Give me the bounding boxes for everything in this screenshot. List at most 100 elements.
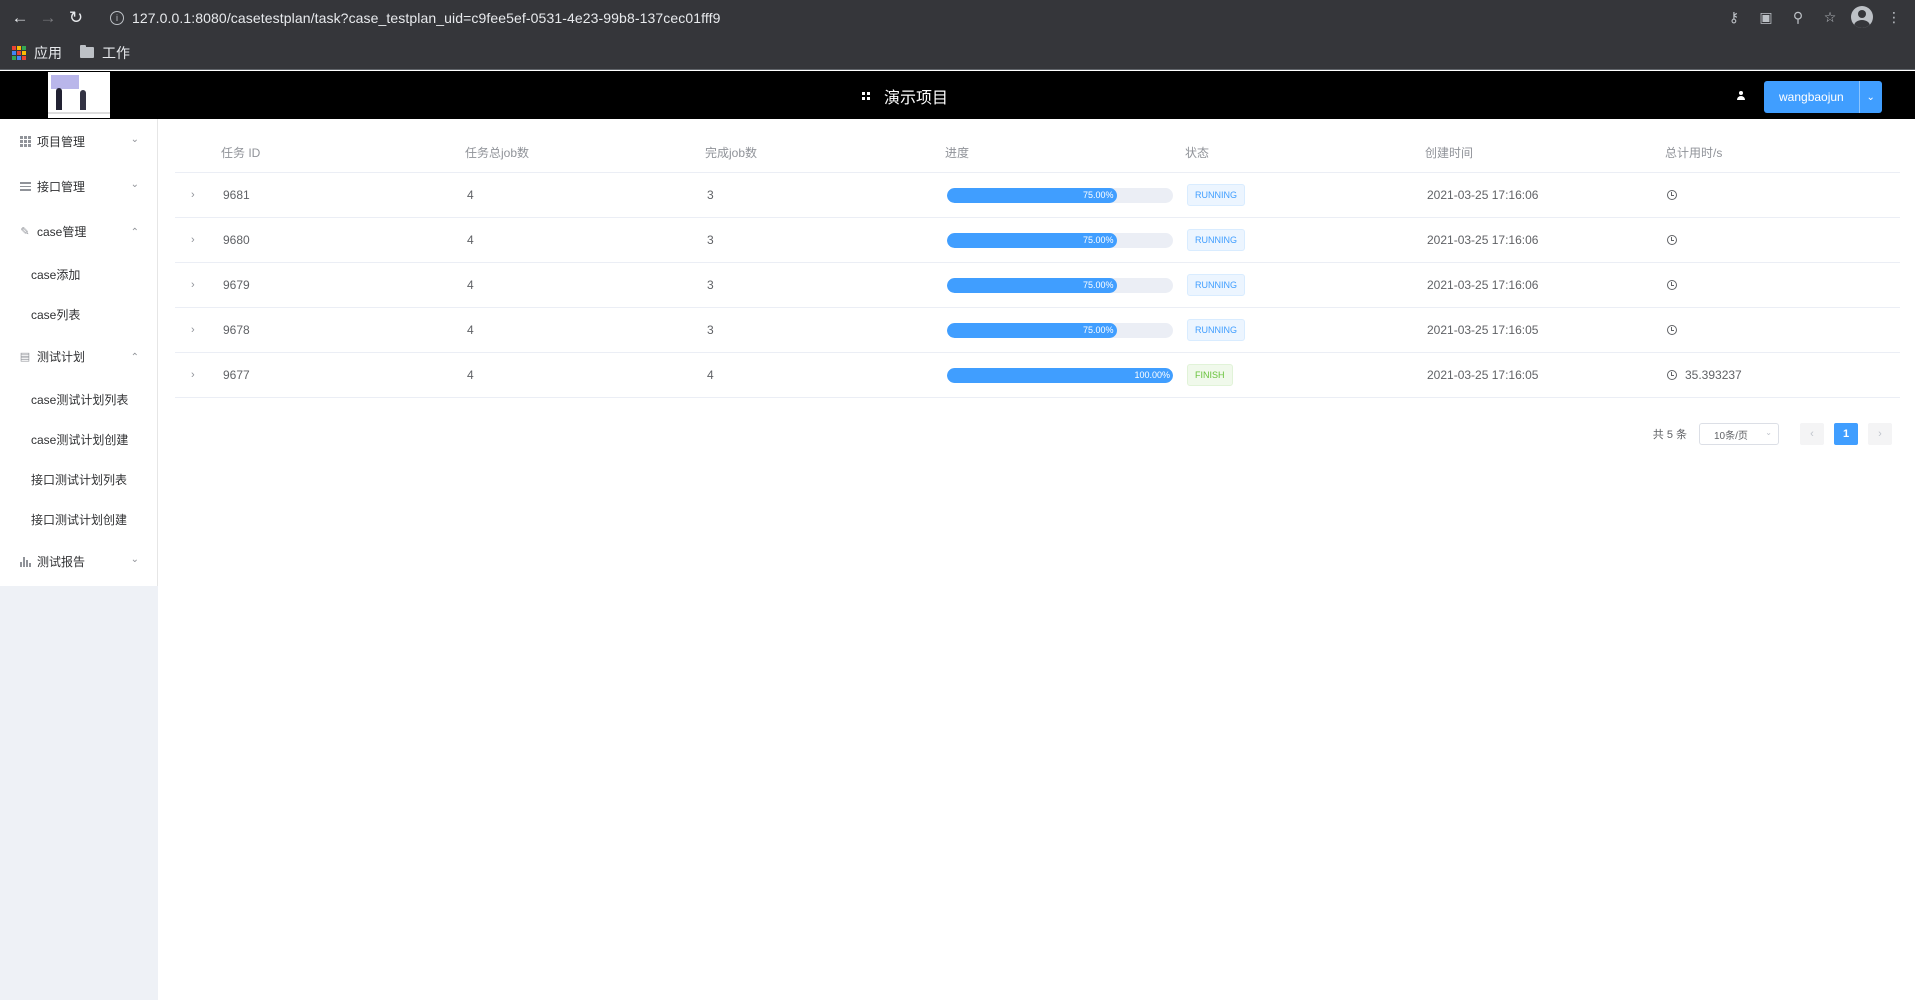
task-id-cell: 9680 bbox=[223, 233, 250, 247]
status-cell: RUNNING bbox=[1185, 319, 1425, 341]
sidebar-subitem-api-plan-create[interactable]: 接口测试计划创建 bbox=[0, 499, 157, 539]
forward-arrow-icon[interactable]: → bbox=[34, 4, 62, 32]
clock-icon bbox=[1667, 370, 1677, 380]
task-id-cell: 9681 bbox=[223, 188, 250, 202]
task-table: 任务 ID 任务总job数 完成job数 进度 状态 创建时间 总计用时/s ›… bbox=[175, 133, 1900, 398]
prev-page-button[interactable]: ‹ bbox=[1800, 423, 1824, 445]
table-row[interactable]: › 9681 4 3 75.00% RUNNING 2021-03-25 17:16:06 bbox=[175, 173, 1900, 218]
column-header-task-id[interactable]: 任务 ID bbox=[221, 144, 465, 161]
status-badge: RUNNING bbox=[1187, 274, 1245, 296]
zoom-icon[interactable]: ⚲ bbox=[1787, 6, 1809, 28]
column-header-status[interactable]: 状态 bbox=[1185, 144, 1425, 161]
progress-text: 75.00% bbox=[1082, 234, 1114, 245]
pagination: 共 5 条 10条/页 ⌄ ‹ 1 › bbox=[1653, 423, 1897, 445]
status-badge: FINISH bbox=[1187, 364, 1233, 386]
created-time-cell: 2021-03-25 17:16:05 bbox=[1427, 368, 1539, 382]
sidebar-subitem-case-add[interactable]: case添加 bbox=[0, 254, 157, 294]
chevron-down-icon: ⌄ bbox=[130, 554, 139, 565]
created-time-cell: 2021-03-25 17:16:06 bbox=[1427, 233, 1539, 247]
progress-cell: 75.00% bbox=[945, 277, 1185, 293]
status-badge: RUNNING bbox=[1187, 184, 1245, 206]
sidebar-item-project[interactable]: 项目管理 ⌄ bbox=[0, 119, 157, 164]
sidebar-item-label: 测试计划 bbox=[37, 350, 86, 364]
user-dropdown[interactable]: wangbaojun ⌄ bbox=[1764, 81, 1882, 113]
sidebar-item-testplan[interactable]: ▤ 测试计划 ⌃ bbox=[0, 334, 157, 379]
sidebar-subitem-case-plan-list[interactable]: case测试计划列表 bbox=[0, 379, 157, 419]
logo[interactable] bbox=[48, 72, 110, 118]
duration-cell bbox=[1665, 280, 1865, 290]
duration-value: 35.393237 bbox=[1685, 368, 1742, 382]
sidebar-subitem-case-list[interactable]: case列表 bbox=[0, 294, 157, 334]
table-row[interactable]: › 9679 4 3 75.00% RUNNING 2021-03-25 17:16:06 bbox=[175, 263, 1900, 308]
page-size-select[interactable]: 10条/页 ⌄ bbox=[1699, 423, 1779, 445]
sidebar: 项目管理 ⌄ 接口管理 ⌄ ✎ case管理 ⌃ case添加 case列表 ▤… bbox=[0, 119, 158, 1000]
total-jobs-cell: 4 bbox=[467, 323, 474, 337]
duration-cell bbox=[1665, 325, 1865, 335]
column-header-created[interactable]: 创建时间 bbox=[1425, 144, 1665, 161]
column-header-done-jobs[interactable]: 完成job数 bbox=[705, 144, 945, 161]
expand-chevron-icon[interactable]: › bbox=[175, 324, 221, 336]
reload-icon[interactable]: ↻ bbox=[62, 4, 90, 32]
app-header: 演示项目 wangbaojun ⌄ bbox=[0, 71, 1915, 119]
progress-fill: 75.00% bbox=[947, 187, 1117, 203]
column-header-progress[interactable]: 进度 bbox=[945, 144, 1185, 161]
chevron-down-icon[interactable]: ⌄ bbox=[1858, 81, 1882, 113]
next-page-button[interactable]: › bbox=[1868, 423, 1892, 445]
sidebar-item-label: 接口管理 bbox=[37, 180, 86, 194]
translate-icon[interactable]: ▣ bbox=[1755, 6, 1777, 28]
table-row[interactable]: › 9677 4 4 100.00% FINISH 2021-03-25 17:16:05 3… bbox=[175, 353, 1900, 398]
status-badge: RUNNING bbox=[1187, 319, 1245, 341]
progress-cell: 100.00% bbox=[945, 367, 1185, 383]
sidebar-item-report[interactable]: 测试报告 ⌄ bbox=[0, 539, 157, 584]
edit-icon: ✎ bbox=[20, 226, 30, 238]
expand-chevron-icon[interactable]: › bbox=[175, 234, 221, 246]
table-row[interactable]: › 9678 4 3 75.00% RUNNING 2021-03-25 17:16:05 bbox=[175, 308, 1900, 353]
sidebar-item-label: 测试报告 bbox=[37, 555, 86, 569]
clock-icon bbox=[1667, 280, 1677, 290]
expand-chevron-icon[interactable]: › bbox=[175, 279, 221, 291]
project-title[interactable]: 演示项目 bbox=[862, 84, 948, 108]
status-cell: RUNNING bbox=[1185, 229, 1425, 251]
project-title-text: 演示项目 bbox=[884, 90, 949, 107]
grid-icon bbox=[19, 136, 31, 148]
back-arrow-icon[interactable]: ← bbox=[6, 4, 34, 32]
profile-avatar-icon[interactable] bbox=[1851, 6, 1873, 28]
url-text[interactable]: 127.0.0.1:8080/casetestplan/task?case_te… bbox=[132, 10, 720, 26]
done-jobs-cell: 3 bbox=[707, 188, 714, 202]
chevron-down-icon: ⌄ bbox=[130, 179, 139, 190]
table-row[interactable]: › 9680 4 3 75.00% RUNNING 2021-03-25 17:16:06 bbox=[175, 218, 1900, 263]
star-icon[interactable]: ☆ bbox=[1819, 6, 1841, 28]
progress-cell: 75.00% bbox=[945, 322, 1185, 338]
sidebar-item-interface[interactable]: 接口管理 ⌄ bbox=[0, 164, 157, 209]
page-number-button[interactable]: 1 bbox=[1834, 423, 1858, 445]
bookmark-label: 工作 bbox=[102, 44, 130, 61]
more-vert-icon[interactable]: ⋮ bbox=[1883, 6, 1905, 28]
progress-bar: 75.00% bbox=[947, 232, 1173, 248]
info-icon[interactable]: i bbox=[110, 11, 124, 25]
progress-fill: 75.00% bbox=[947, 322, 1117, 338]
bar-chart-icon bbox=[19, 556, 31, 568]
status-cell: RUNNING bbox=[1185, 184, 1425, 206]
browser-toolbar: ← → ↻ i 127.0.0.1:8080/casetestplan/task… bbox=[0, 0, 1915, 36]
total-jobs-cell: 4 bbox=[467, 233, 474, 247]
expand-chevron-icon[interactable]: › bbox=[175, 189, 221, 201]
sidebar-subitem-api-plan-list[interactable]: 接口测试计划列表 bbox=[0, 459, 157, 499]
column-header-total-jobs[interactable]: 任务总job数 bbox=[465, 144, 705, 161]
expand-chevron-icon[interactable]: › bbox=[175, 369, 221, 381]
clock-icon bbox=[1667, 190, 1677, 200]
sidebar-item-case[interactable]: ✎ case管理 ⌃ bbox=[0, 209, 157, 254]
document-icon: ▤ bbox=[19, 351, 31, 363]
done-jobs-cell: 3 bbox=[707, 278, 714, 292]
user-button[interactable]: wangbaojun bbox=[1764, 81, 1859, 113]
column-header-duration[interactable]: 总计用时/s bbox=[1665, 144, 1865, 161]
bookmark-apps[interactable]: 应用 bbox=[12, 43, 62, 63]
task-id-cell: 9679 bbox=[223, 278, 250, 292]
bookmark-work[interactable]: 工作 bbox=[80, 43, 130, 63]
done-jobs-cell: 3 bbox=[707, 233, 714, 247]
progress-text: 75.00% bbox=[1082, 324, 1114, 335]
key-icon[interactable]: ⚷ bbox=[1723, 6, 1745, 28]
address-bar[interactable]: i 127.0.0.1:8080/casetestplan/task?case_… bbox=[110, 5, 720, 31]
sidebar-subitem-case-plan-create[interactable]: case测试计划创建 bbox=[0, 419, 157, 459]
duration-cell bbox=[1665, 235, 1865, 245]
progress-text: 100.00% bbox=[1134, 369, 1170, 380]
